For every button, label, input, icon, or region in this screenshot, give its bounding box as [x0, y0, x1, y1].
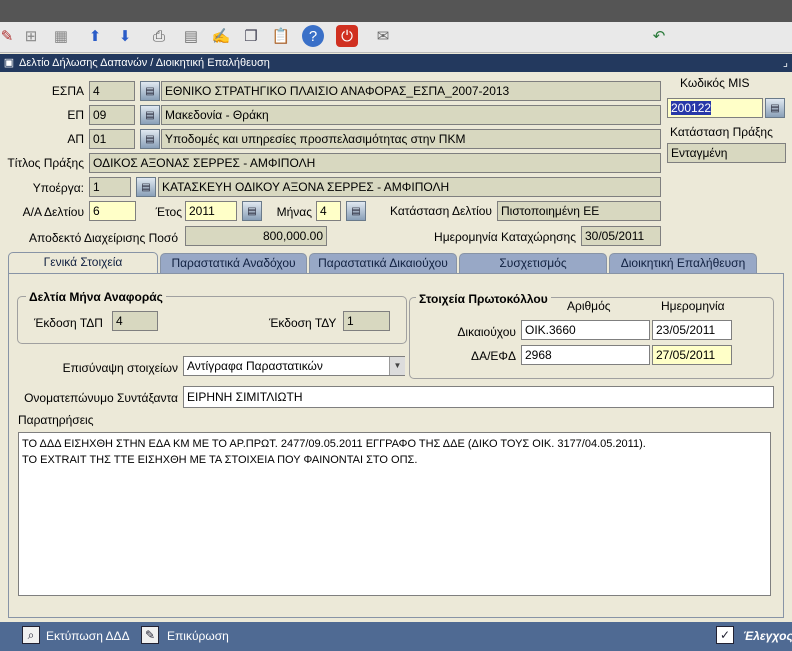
arrow-up-icon[interactable]: ⬆ [84, 25, 106, 47]
window-title-bar: ▣ Δελτίο Δήλωσης Δαπανών / Διοικητική Επ… [0, 54, 792, 72]
grid-icon[interactable]: ▦ [50, 25, 72, 47]
year-lookup-icon[interactable]: ▤ [242, 201, 262, 221]
daefd-label: ΔΑ/ΕΦΔ [471, 349, 516, 363]
entry-date-field[interactable]: 30/05/2011 [581, 226, 661, 246]
subproject-code-field[interactable]: 1 [89, 177, 131, 197]
espa-lookup-icon[interactable]: ▤ [140, 81, 160, 101]
praxis-status-label: Κατάσταση Πράξης [670, 125, 773, 139]
form-icon: ▣ [3, 57, 15, 69]
beneficiary-label: Δικαιούχου [457, 325, 516, 339]
attachment-label: Επισύναψη στοιχείων [62, 361, 178, 375]
print-preview-icon[interactable]: ⌕ [22, 626, 40, 644]
remarks-line: ΤΟ ΔΔΔ ΕΙΣΗΧΘΗ ΣΤΗΝ ΕΔΑ ΚΜ ΜΕ ΤΟ ΑΡ.ΠΡΩΤ… [22, 438, 646, 450]
year-label: Έτος [155, 205, 182, 219]
print-icon[interactable]: ⎙ [148, 25, 170, 47]
ap-code-field[interactable]: 01 [89, 129, 135, 149]
window-title: Δελτίο Δήλωσης Δαπανών / Διοικητική Επαλ… [19, 57, 270, 69]
praxis-status-field[interactable]: Ενταγμένη [667, 143, 786, 163]
mis-label: Κωδικός MIS [680, 76, 750, 90]
arrow-down-icon[interactable]: ⬇ [114, 25, 136, 47]
month-label: Μήνας [276, 205, 312, 219]
print-preview-icon[interactable]: ▤ [180, 25, 202, 47]
ep-desc-field[interactable]: Μακεδονία - Θράκη [161, 105, 661, 125]
tab-correlation[interactable]: Συσχετισμός [459, 253, 607, 273]
aa-label: Α/Α Δελτίου [22, 205, 84, 219]
edit-form-icon[interactable]: ✍ [210, 25, 232, 47]
mis-lookup-icon[interactable]: ▤ [765, 98, 785, 118]
tab-contractor-docs[interactable]: Παραστατικά Αναδόχου [160, 253, 307, 273]
top-bar [0, 0, 792, 22]
mis-value: 200122 [671, 101, 712, 115]
paste-icon[interactable]: 📋 [270, 25, 292, 47]
validate-icon[interactable]: ✎ [141, 626, 159, 644]
subproject-lookup-icon[interactable]: ▤ [136, 177, 156, 197]
author-label: Ονοματεπώνυμο Συντάξαντα [24, 391, 178, 405]
ap-desc-field[interactable]: Υποδομές και υπηρεσίες προσπελασιμότητας… [161, 129, 661, 149]
protocol-title: Στοιχεία Πρωτοκόλλου [416, 292, 551, 306]
subproject-label: Υποέργα: [32, 181, 84, 195]
month-lookup-icon[interactable]: ▤ [346, 201, 366, 221]
protocol-date-header: Ημερομηνία [661, 299, 725, 313]
toolbar: ✎ ⊞ ▦ ⬆ ⬇ ⎙ ▤ ✍ ❐ 📋 ? ⏻ ✉ ↶ [0, 22, 792, 53]
new-record-icon[interactable]: ⊞ [20, 25, 42, 47]
beneficiary-date-field[interactable]: 23/05/2011 [652, 320, 732, 340]
month-field[interactable]: 4 [316, 201, 341, 221]
espa-code-field[interactable]: 4 [89, 81, 135, 101]
ap-lookup-icon[interactable]: ▤ [140, 129, 160, 149]
project-title-label: Τίτλος Πράξης [7, 156, 84, 170]
protocol-number-header: Αριθμός [567, 299, 611, 313]
tdp-label: Έκδοση ΤΔΠ [34, 316, 103, 330]
report-status-label: Κατάσταση Δελτίου [390, 204, 492, 218]
notes-icon[interactable]: ✉ [372, 25, 394, 47]
ep-code-field[interactable]: 09 [89, 105, 135, 125]
beneficiary-number-field[interactable]: ΟΙΚ.3660 [521, 320, 650, 340]
entry-date-label: Ημερομηνία Καταχώρησης [434, 230, 576, 244]
tdp-field[interactable]: 4 [112, 311, 158, 331]
print-ddd-button[interactable]: Εκτύπωση ΔΔΔ [46, 627, 130, 645]
edit-icon[interactable]: ✎ [0, 25, 18, 47]
tdy-label: Έκδοση ΤΔΥ [269, 316, 337, 330]
daefd-number-field[interactable]: 2968 [521, 345, 650, 365]
report-status-field[interactable]: Πιστοποιημένη ΕΕ [497, 201, 661, 221]
back-icon[interactable]: ↶ [648, 25, 670, 47]
check-button[interactable]: Έλεγχος [743, 627, 792, 645]
subproject-desc-field[interactable]: ΚΑΤΑΣΚΕΥΗ ΟΔΙΚΟΥ ΑΞΟΝΑ ΣΕΡΡΕΣ - ΑΜΦΙΠΟΛΗ [158, 177, 661, 197]
copy-icon[interactable]: ❐ [240, 25, 262, 47]
mis-field[interactable]: 200122 [667, 98, 763, 118]
check-icon[interactable]: ✓ [716, 626, 734, 644]
ap-label: ΑΠ [67, 132, 84, 146]
project-title-field[interactable]: ΟΔΙΚΟΣ ΑΞΟΝΑΣ ΣΕΡΡΕΣ - ΑΜΦΙΠΟΛΗ [89, 153, 661, 173]
monthly-reports-title: Δελτία Μήνα Αναφοράς [26, 290, 166, 304]
amount-label: Αποδεκτό Διαχείρισης Ποσό [29, 231, 178, 245]
espa-label: ΕΣΠΑ [51, 84, 84, 98]
tdy-field[interactable]: 1 [343, 311, 390, 331]
ep-lookup-icon[interactable]: ▤ [140, 105, 160, 125]
status-bar: ⌕ Εκτύπωση ΔΔΔ ✎ Επικύρωση ✓ Έλεγχος [0, 622, 792, 651]
attachment-select[interactable]: Αντίγραφα Παραστατικών [183, 356, 405, 376]
tab-admin-verification[interactable]: Διοικητική Επαλήθευση [609, 253, 757, 273]
remarks-textarea[interactable]: ΤΟ ΔΔΔ ΕΙΣΗΧΘΗ ΣΤΗΝ ΕΔΑ ΚΜ ΜΕ ΤΟ ΑΡ.ΠΡΩΤ… [18, 432, 771, 596]
amount-field[interactable]: 800,000.00 [185, 226, 327, 246]
year-field[interactable]: 2011 [185, 201, 237, 221]
chevron-down-icon[interactable]: ▼ [389, 357, 405, 375]
remarks-label: Παρατηρήσεις [18, 413, 94, 427]
remarks-line: ΤΟ EXTRAIT ΤΗΣ ΤΤΕ ΕΙΣΗΧΘΗ ΜΕ ΤΑ ΣΤΟΙΧΕΙ… [22, 454, 418, 466]
attachment-value: Αντίγραφα Παραστατικών [187, 359, 323, 373]
exit-icon[interactable]: ⏻ [336, 25, 358, 47]
validate-button[interactable]: Επικύρωση [167, 627, 229, 645]
tab-beneficiary-docs[interactable]: Παραστατικά Δικαιούχου [309, 253, 457, 273]
daefd-date-field[interactable]: 27/05/2011 [652, 345, 732, 365]
ep-label: ΕΠ [67, 108, 84, 122]
author-field[interactable]: ΕΙΡΗΝΗ ΣΙΜΙΤΛΙΩΤΗ [183, 386, 774, 408]
help-icon[interactable]: ? [302, 25, 324, 47]
espa-desc-field[interactable]: ΕΘΝΙΚΟ ΣΤΡΑΤΗΓΙΚΟ ΠΛΑΙΣΙΟ ΑΝΑΦΟΡΑΣ_ΕΣΠΑ_… [161, 81, 661, 101]
tab-general[interactable]: Γενικά Στοιχεία [8, 252, 158, 274]
aa-field[interactable]: 6 [89, 201, 136, 221]
minimize-button[interactable]: ⌟ [783, 54, 788, 72]
